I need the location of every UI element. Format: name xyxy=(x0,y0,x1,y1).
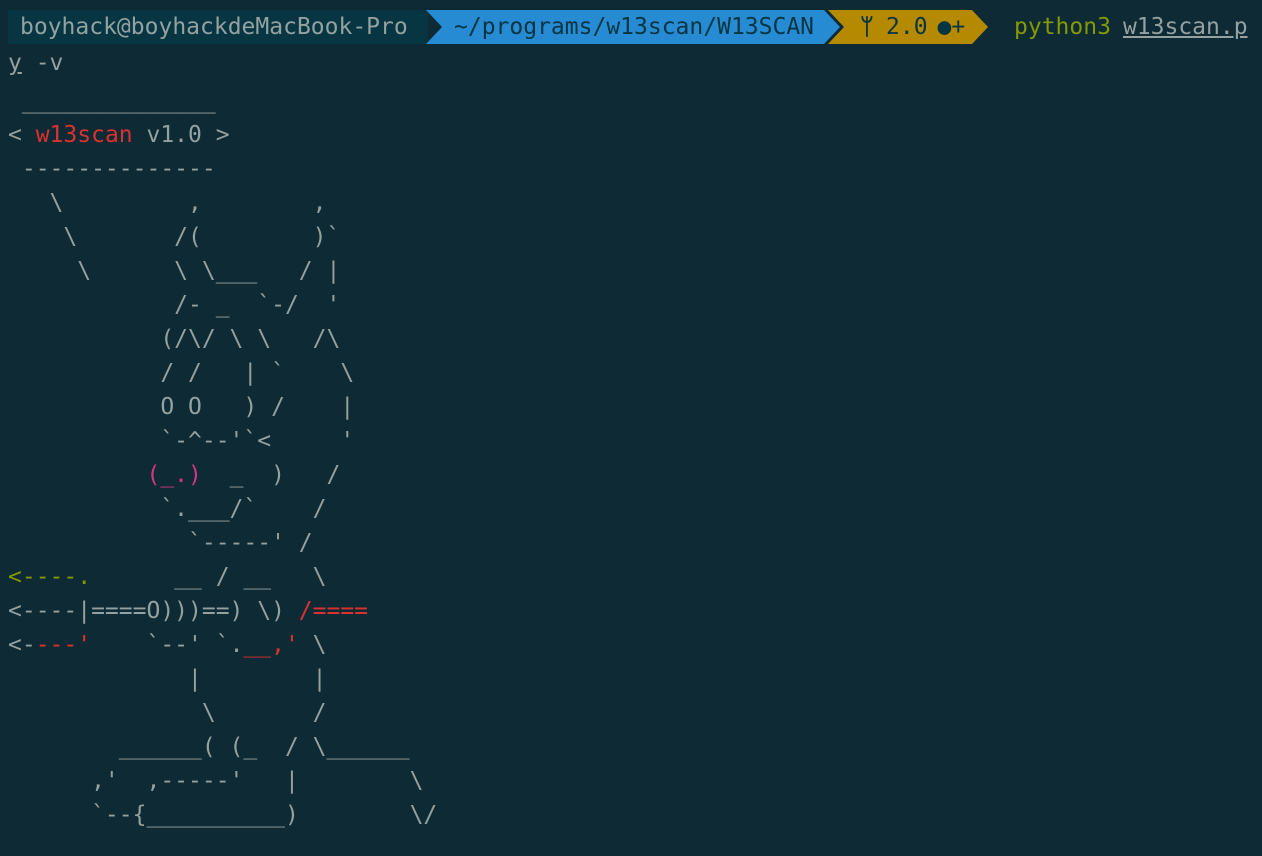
terminal-window[interactable]: boyhack@boyhackdeMacBook-Pro ~/programs/… xyxy=(0,0,1262,856)
ascii-line: `-^--'`< ' xyxy=(8,428,355,454)
arrow-2-red: /==== xyxy=(298,598,369,624)
command-argument: w13scan.p xyxy=(1122,14,1248,40)
prompt-git-status: ᛘ 2.0 ●+ xyxy=(828,10,988,44)
ascii-line: (/\/ \ \ /\ xyxy=(8,326,341,352)
arrow-1-rest: __ / __ \ xyxy=(91,564,327,590)
arrow-3-end: \ xyxy=(298,632,327,658)
ascii-nose-line: (_.) _ ) / xyxy=(8,462,340,488)
arrow-1: <----. xyxy=(8,564,92,590)
ascii-line: -------------- xyxy=(8,156,216,182)
rabbit-nose: (_.) xyxy=(146,462,202,488)
banner-open: < xyxy=(8,122,36,148)
arrow-line-1: <----. __ / __ \ xyxy=(8,564,327,590)
git-dirty-icon: ●+ xyxy=(937,14,966,40)
prompt-path: ~/programs/w13scan/W13SCAN xyxy=(426,10,840,44)
git-version-text: 2.0 xyxy=(886,14,928,40)
ascii-line: ______________ xyxy=(8,88,216,114)
ascii-line: / / | ` \ xyxy=(8,360,355,386)
ascii-line: O O ) / | xyxy=(8,394,355,420)
ascii-line: `.___/` / xyxy=(8,496,327,522)
ascii-line: ______( (_ / \______ xyxy=(8,734,410,760)
ascii-line: | | xyxy=(8,666,327,692)
path-text: ~/programs/w13scan/W13SCAN xyxy=(454,14,815,40)
ascii-line: \ , , xyxy=(8,190,327,216)
ascii-line: `--{__________) \/ xyxy=(8,802,438,828)
arrow-3-tail: ---' xyxy=(35,632,92,658)
banner-title: < w13scan v1.0 > xyxy=(8,122,230,148)
shell-prompt: boyhack@boyhackdeMacBook-Pro ~/programs/… xyxy=(8,10,1262,44)
ascii-line: \ \ \___ / | xyxy=(8,258,341,284)
arrow-3-head: <- xyxy=(8,632,36,658)
prompt-user-host: boyhack@boyhackdeMacBook-Pro xyxy=(8,10,428,44)
arrow-line-2: <----|====O)))==) \) /==== xyxy=(8,598,368,624)
continuation-first: y xyxy=(8,50,22,76)
git-branch-icon: ᛘ xyxy=(860,14,874,40)
nose-rest: _ ) / xyxy=(201,462,341,488)
prompt-command: python3 w13scan.p xyxy=(1014,10,1248,44)
arrow-3-mid: `--' `. xyxy=(91,632,244,658)
continuation-rest: -v xyxy=(21,50,64,76)
arrow-3-red: __,' xyxy=(243,632,299,658)
ascii-banner: ______________ < w13scan v1.0 > --------… xyxy=(8,84,437,832)
arrow-line-3: <----' `--' `.__,' \ xyxy=(8,632,327,658)
ascii-line: \ / xyxy=(8,700,327,726)
arrow-2: <----|====O)))==) \) xyxy=(8,598,299,624)
ascii-line: `-----' / xyxy=(8,530,313,556)
banner-version: v1.0 > xyxy=(132,122,230,148)
command-text: python3 xyxy=(1014,14,1111,40)
ascii-line: /- _ `-/ ' xyxy=(8,292,341,318)
banner-app-name: w13scan xyxy=(35,122,133,148)
user-host-text: boyhack@boyhackdeMacBook-Pro xyxy=(20,14,408,40)
command-continuation: y -v xyxy=(8,48,63,78)
ascii-line: \ /( )` xyxy=(8,224,341,250)
ascii-line: ,' ,-----' | \ xyxy=(8,768,424,794)
